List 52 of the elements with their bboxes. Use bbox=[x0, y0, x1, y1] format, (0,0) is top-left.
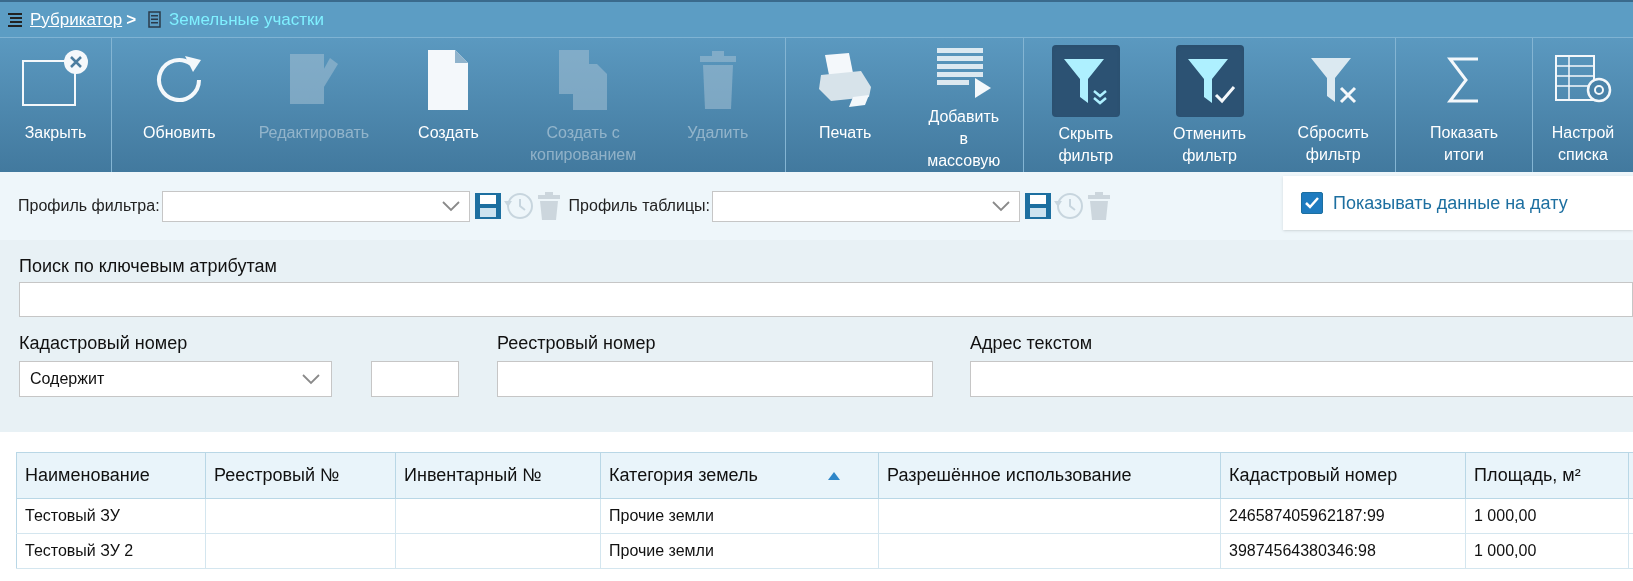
breadcrumb-current: Земельные участки bbox=[169, 8, 324, 31]
field-label: Профиль таблицы: bbox=[568, 196, 710, 216]
column-header[interactable]: Категория земель bbox=[600, 452, 879, 499]
breadcrumb-link[interactable]: Рубрикатор bbox=[30, 6, 123, 33]
column-header[interactable]: Площадь, м² bbox=[1465, 452, 1629, 499]
input-field[interactable] bbox=[497, 361, 933, 397]
save-icon[interactable] bbox=[472, 191, 503, 221]
search-field[interactable] bbox=[19, 282, 1633, 317]
column-header[interactable]: Кадастровый номер bbox=[1220, 452, 1466, 499]
table-cell: Прочие земли bbox=[609, 542, 714, 559]
document-icon bbox=[148, 11, 162, 28]
table-cell: Прочие земли bbox=[609, 507, 714, 524]
column-header[interactable]: Инвентарный № bbox=[395, 452, 601, 499]
input-field[interactable] bbox=[970, 361, 1633, 397]
toolbar-button[interactable]: Закрыть bbox=[0, 38, 111, 172]
table-cell: Тестовый ЗУ bbox=[25, 507, 120, 524]
chevron-down-icon[interactable] bbox=[991, 200, 1011, 212]
table-cell: Тестовый ЗУ 2 bbox=[25, 542, 134, 559]
table-cell: 1 000,00 bbox=[1474, 507, 1537, 524]
toolbar-button[interactable]: Создать bbox=[381, 38, 516, 172]
chevron-down-icon[interactable] bbox=[440, 200, 461, 212]
column-header[interactable]: Разрешённое использование bbox=[878, 452, 1221, 499]
checkbox-label: Показывать данные на дату bbox=[1333, 191, 1568, 215]
operator-select[interactable]: Содержит bbox=[19, 361, 332, 397]
check-icon bbox=[1304, 195, 1320, 211]
sort-ascending-icon[interactable] bbox=[828, 471, 840, 480]
breadcrumb-separator: > bbox=[126, 8, 137, 31]
toolbar-button[interactable]: Добавить в массовую bbox=[904, 38, 1023, 172]
checkbox[interactable] bbox=[1301, 192, 1323, 214]
toolbar-button[interactable]: Сбросить фильтр bbox=[1271, 38, 1395, 172]
column-header[interactable]: Наименование bbox=[16, 452, 206, 499]
chevron-down-icon[interactable] bbox=[301, 373, 321, 385]
toolbar-button[interactable]: Обновить bbox=[112, 38, 247, 172]
field-label: Поиск по ключевым атрибутам bbox=[19, 255, 278, 278]
filter-chevrons-icon bbox=[1051, 45, 1120, 117]
field-label: Адрес текстом bbox=[970, 332, 1094, 355]
toolbar-button[interactable]: Настрой списка bbox=[1533, 38, 1633, 172]
table-cell: 246587405962187:99 bbox=[1229, 507, 1385, 524]
toolbar-button[interactable]: Скрыть фильтр bbox=[1024, 38, 1148, 172]
field-label: Реестровый номер bbox=[497, 332, 657, 355]
field-label: Кадастровый номер bbox=[19, 332, 189, 355]
table-cell: 39874564380346:98 bbox=[1229, 542, 1376, 559]
input-field[interactable] bbox=[371, 361, 459, 397]
save-icon[interactable] bbox=[1023, 191, 1053, 221]
column-header[interactable]: Реестровый № bbox=[205, 452, 396, 499]
toolbar-button[interactable]: Отменить фильтр bbox=[1147, 38, 1272, 172]
filter-check-icon bbox=[1175, 45, 1244, 117]
field-label: Профиль фильтра: bbox=[18, 196, 160, 216]
toolbar-button[interactable]: Печать bbox=[786, 38, 905, 172]
toolbar-button[interactable]: Показать итоги bbox=[1396, 38, 1532, 172]
list-icon bbox=[8, 11, 22, 28]
table-cell: 1 000,00 bbox=[1474, 542, 1537, 559]
